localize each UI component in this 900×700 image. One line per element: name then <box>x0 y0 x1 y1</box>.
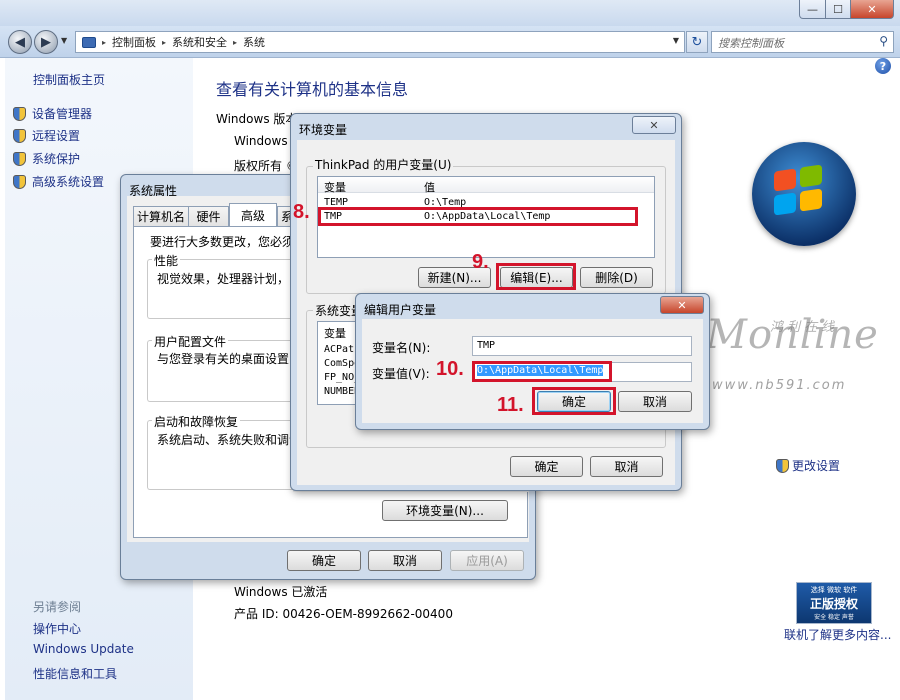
sysprops-ok-button[interactable]: 确定 <box>287 550 361 571</box>
search-input[interactable]: 搜索控制面板 ⚲ <box>711 31 894 53</box>
shield-icon <box>13 151 26 166</box>
step-11-label: 11. <box>497 394 524 416</box>
breadcrumb-control-panel[interactable]: 控制面板 <box>112 34 156 50</box>
sidebar-item-system-protection[interactable]: 系统保护 <box>13 150 80 167</box>
performance-desc: 视觉效果，处理器计划，内 <box>157 272 302 286</box>
control-panel-icon <box>82 36 96 48</box>
address-bar[interactable]: ▸ 控制面板 ▸ 系统和安全 ▸ 系统 ▼ <box>75 31 685 53</box>
tab-hardware[interactable]: 硬件 <box>188 206 229 226</box>
windows-logo <box>752 142 856 246</box>
envvars-cancel-button[interactable]: 取消 <box>590 456 663 477</box>
address-dropdown-icon[interactable]: ▼ <box>673 36 679 45</box>
help-icon[interactable]: ? <box>875 58 891 74</box>
shield-icon <box>13 174 26 189</box>
watermark-chinese: 鸿利在线 <box>770 320 839 335</box>
dialog-title: 环境变量 <box>299 123 348 137</box>
product-id: 产品 ID: 00426-OEM-8992662-00400 <box>234 607 453 621</box>
step-8-label: 8. <box>293 201 310 223</box>
startup-label: 启动和故障恢复 <box>152 413 241 430</box>
forward-button[interactable]: ▶ <box>34 30 58 54</box>
sidebar-home-link[interactable]: 控制面板主页 <box>33 71 105 88</box>
column-header-variable[interactable]: 变量 <box>324 179 346 195</box>
change-settings-link[interactable]: 更改设置 <box>776 457 840 474</box>
performance-label: 性能 <box>152 252 181 269</box>
sysprops-apply-button[interactable]: 应用(A) <box>450 550 524 571</box>
genuine-main-text: 正版授权 <box>809 597 858 611</box>
user-variables-label: ThinkPad 的用户变量(U) <box>313 156 454 173</box>
sidebar-link-action-center[interactable]: 操作中心 <box>33 620 81 637</box>
copyright-text: 版权所有 © <box>234 159 298 173</box>
startup-desc: 系统启动、系统失败和调试 <box>157 433 302 447</box>
column-header-variable[interactable]: 变量 <box>324 325 346 341</box>
breadcrumb-system[interactable]: 系统 <box>243 34 265 50</box>
sidebar-item-label: 远程设置 <box>32 129 81 143</box>
sidebar-item-remote-settings[interactable]: 远程设置 <box>13 127 80 144</box>
see-also-heading: 另请参阅 <box>33 600 82 614</box>
maximize-button[interactable]: ☐ <box>825 0 851 19</box>
variable-name-label: 变量名(N): <box>372 341 431 355</box>
genuine-top-text: 选择 微软 软件 <box>810 586 858 594</box>
shield-icon <box>776 458 789 473</box>
annotation-box-edit <box>496 263 576 290</box>
column-header-value[interactable]: 值 <box>424 179 435 195</box>
sidebar-link-performance[interactable]: 性能信息和工具 <box>33 665 117 682</box>
tab-computer-name[interactable]: 计算机名 <box>133 206 189 226</box>
delete-button[interactable]: 删除(D) <box>580 267 653 288</box>
envvars-ok-button[interactable]: 确定 <box>510 456 583 477</box>
search-icon[interactable]: ⚲ <box>879 34 888 48</box>
annotation-box-tmp <box>318 207 638 226</box>
sidebar-link-windows-update[interactable]: Windows Update <box>33 642 134 656</box>
profile-desc: 与您登录有关的桌面设置 <box>157 352 290 366</box>
page-title: 查看有关计算机的基本信息 <box>216 80 409 99</box>
close-button[interactable]: ✕ <box>850 0 894 19</box>
sidebar-item-advanced-settings[interactable]: 高级系统设置 <box>13 173 104 190</box>
list-header <box>318 177 654 193</box>
breadcrumb-separator-icon[interactable]: ▸ <box>233 38 237 47</box>
sidebar-item-label: 系统保护 <box>32 152 81 166</box>
dialog-title: 编辑用户变量 <box>364 303 437 317</box>
edition-heading: Windows 版本 <box>216 112 298 126</box>
history-dropdown-icon[interactable]: ▼ <box>61 36 67 45</box>
learn-more-link[interactable]: 联机了解更多内容... <box>784 626 891 643</box>
title-bar: — ☐ ✕ <box>0 0 900 26</box>
tab-advanced[interactable]: 高级 <box>229 203 277 227</box>
genuine-bottom-text: 安全 稳定 声誉 <box>814 614 854 621</box>
profile-label: 用户配置文件 <box>152 333 229 350</box>
admin-note: 要进行大多数更改，您必须作 <box>150 235 307 249</box>
close-icon[interactable]: ✕ <box>632 116 676 134</box>
breadcrumb-separator-icon[interactable]: ▸ <box>102 38 106 47</box>
shield-icon <box>13 128 26 143</box>
back-button[interactable]: ◀ <box>8 30 32 54</box>
variable-name-input[interactable]: TMP <box>472 336 692 356</box>
variable-value-label: 变量值(V): <box>372 367 430 381</box>
sidebar-item-device-manager[interactable]: 设备管理器 <box>13 105 92 122</box>
annotation-box-value <box>472 361 612 382</box>
sidebar-item-label: 高级系统设置 <box>32 175 105 189</box>
step-10-label: 10. <box>436 358 464 380</box>
breadcrumb-system-security[interactable]: 系统和安全 <box>172 34 227 50</box>
search-placeholder: 搜索控制面板 <box>718 37 784 50</box>
minimize-button[interactable]: — <box>799 0 826 19</box>
genuine-software-badge: 选择 微软 软件 正版授权 安全 稳定 声誉 <box>796 582 872 624</box>
environment-variables-button[interactable]: 环境变量(N)... <box>382 500 508 521</box>
watermark-url: www.nb591.com <box>712 378 847 393</box>
breadcrumb-separator-icon[interactable]: ▸ <box>162 38 166 47</box>
shield-icon <box>13 106 26 121</box>
activation-status: Windows 已激活 <box>234 585 328 599</box>
close-icon[interactable]: ✕ <box>660 296 704 314</box>
refresh-button[interactable]: ↻ <box>686 31 708 53</box>
annotation-box-ok <box>532 387 616 415</box>
change-settings-label: 更改设置 <box>792 459 841 473</box>
sysprops-cancel-button[interactable]: 取消 <box>368 550 442 571</box>
step-9-label: 9. <box>472 251 489 273</box>
editvar-cancel-button[interactable]: 取消 <box>618 391 692 412</box>
navigation-bar: ◀ ▶ ▼ ▸ 控制面板 ▸ 系统和安全 ▸ 系统 ▼ ↻ 搜索控制面板 ⚲ <box>0 26 900 58</box>
sidebar-item-label: 设备管理器 <box>32 107 93 121</box>
